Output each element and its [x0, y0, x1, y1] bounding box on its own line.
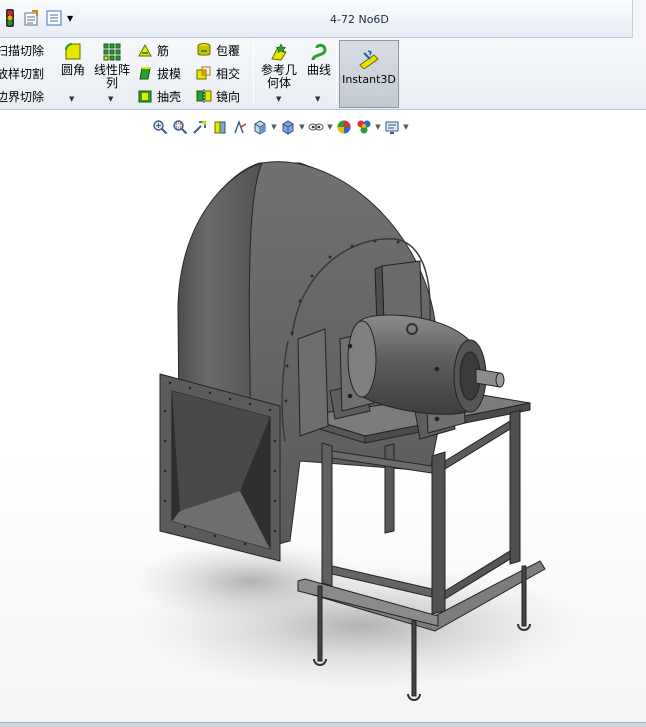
draft-button[interactable]: 拔模: [137, 63, 181, 83]
centrifugal-fan-model[interactable]: [0, 111, 646, 723]
title-bar: ▼ 4-72 No6D: [0, 0, 646, 38]
draft-label: 拔模: [157, 66, 182, 81]
quick-access-dropdown-icon[interactable]: ▼: [67, 14, 73, 23]
rib-button[interactable]: 筋: [137, 40, 169, 60]
curves-icon: [309, 42, 329, 62]
ribbon-separator: [336, 42, 337, 104]
reference-geometry-button[interactable]: 参考几 何体: [258, 42, 300, 90]
fillet-label: 圆角: [60, 63, 85, 77]
instant3d-icon: [358, 49, 380, 70]
draft-icon: [137, 65, 153, 81]
instant3d-label: Instant3D: [342, 73, 396, 86]
wrap-icon: [196, 42, 212, 58]
graphics-area[interactable]: ▼ ▼ ▼ ▼ ▼: [0, 111, 646, 723]
intersect-icon: [196, 65, 212, 81]
window-bottom-border: [0, 722, 646, 727]
boundary-cut-button[interactable]: 边界切除: [0, 86, 44, 106]
wrap-label: 包覆: [216, 43, 241, 58]
reference-geometry-label-2: 何体: [266, 76, 291, 90]
boundary-cut-label: 边界切除: [0, 89, 45, 104]
linear-pattern-button[interactable]: 线性阵 列: [92, 42, 132, 90]
traffic-light-icon[interactable]: [0, 8, 20, 28]
features-ribbon: 扫描切除 放样切割 边界切除 圆角 ▼ 线性阵 列 ▼ 筋 拔模 抽壳 包覆 相…: [0, 38, 646, 110]
rib-label: 筋: [157, 43, 170, 58]
curves-dropdown-icon[interactable]: ▼: [315, 95, 320, 103]
intersect-label: 相交: [216, 66, 241, 81]
shell-button[interactable]: 抽壳: [137, 86, 181, 106]
reference-geometry-label-1: 参考几: [260, 63, 297, 77]
shell-label: 抽壳: [157, 89, 182, 104]
linear-pattern-icon: [102, 42, 122, 62]
shell-icon: [137, 88, 153, 104]
mirror-icon: [196, 88, 212, 104]
wrap-button[interactable]: 包覆: [196, 40, 240, 60]
instant3d-button[interactable]: Instant3D: [339, 40, 399, 108]
document-title: 4-72 No6D: [330, 13, 389, 26]
options-icon[interactable]: [22, 8, 42, 28]
sweep-cut-label: 扫描切除: [0, 43, 45, 58]
fillet-button[interactable]: 圆角: [58, 42, 88, 77]
curves-button[interactable]: 曲线: [304, 42, 334, 77]
curves-label: 曲线: [306, 63, 331, 77]
window-frame-edge: [632, 0, 646, 38]
reference-geometry-dropdown-icon[interactable]: ▼: [276, 95, 281, 103]
loft-cut-button[interactable]: 放样切割: [0, 63, 44, 83]
mirror-label: 镜向: [216, 89, 241, 104]
list-icon[interactable]: [44, 8, 64, 28]
fillet-dropdown-icon[interactable]: ▼: [69, 95, 74, 103]
outlet-flange[interactable]: [159, 373, 281, 562]
rib-icon: [137, 42, 153, 58]
reference-geometry-icon: [269, 42, 289, 62]
mirror-button[interactable]: 镜向: [196, 86, 240, 106]
linear-pattern-label-2: 列: [105, 76, 118, 90]
fillet-icon: [63, 42, 83, 62]
ribbon-separator: [253, 42, 254, 104]
sweep-cut-button[interactable]: 扫描切除: [0, 40, 44, 60]
intersect-button[interactable]: 相交: [196, 63, 240, 83]
linear-pattern-dropdown-icon[interactable]: ▼: [108, 95, 113, 103]
loft-cut-label: 放样切割: [0, 66, 45, 81]
linear-pattern-label-1: 线性阵: [93, 63, 130, 77]
